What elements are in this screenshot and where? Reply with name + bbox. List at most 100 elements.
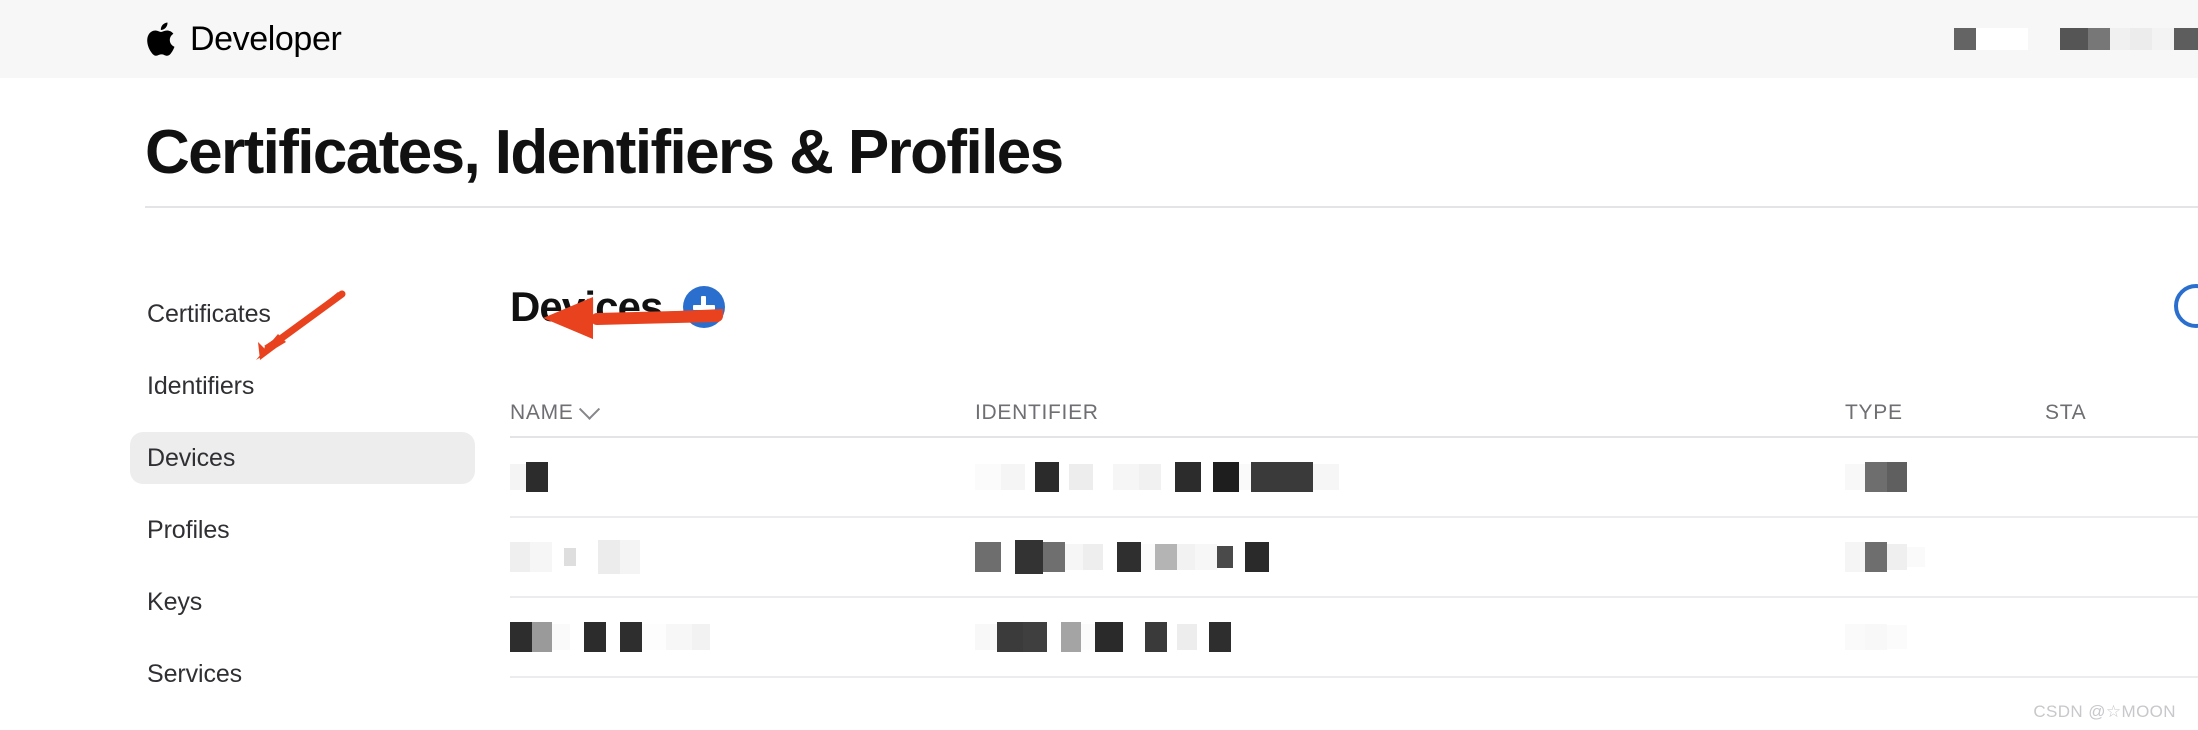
sidebar-item-devices[interactable]: Devices <box>130 432 475 484</box>
global-nav-brand[interactable]: Developer <box>146 0 342 78</box>
redaction-block <box>666 624 692 650</box>
redaction-block <box>1954 28 1976 50</box>
redaction-block <box>2152 28 2174 50</box>
redaction-block <box>1175 462 1201 492</box>
redaction-block <box>1865 542 1887 572</box>
devices-table: NAME IDENTIFIER TYPE STA <box>510 390 2198 678</box>
redaction-block <box>584 622 606 652</box>
redaction-block <box>1197 624 1209 650</box>
cell-type <box>1845 462 2045 492</box>
title-divider <box>145 206 2198 208</box>
global-nav-bar: Developer <box>0 0 2198 78</box>
column-header-status-label: STA <box>2045 401 2087 424</box>
redaction-block <box>642 624 666 650</box>
redaction-block <box>576 544 598 570</box>
redaction-block <box>1887 462 1907 492</box>
redaction-block <box>1103 544 1117 570</box>
devices-table-body <box>510 438 2198 678</box>
redaction-block <box>692 624 710 650</box>
redaction-block <box>1313 464 1339 490</box>
redaction-block <box>1069 464 1093 490</box>
circle-action-icon[interactable] <box>2174 284 2198 328</box>
column-header-name-label: NAME <box>510 401 574 424</box>
sidebar-item-profiles[interactable]: Profiles <box>130 504 475 556</box>
redaction-block <box>1976 28 2028 50</box>
sidebar-nav: Certificates Identifiers Devices Profiles Ke… <box>130 288 475 720</box>
sidebar-item-label: Keys <box>147 587 203 616</box>
redaction-block <box>2174 28 2198 50</box>
redaction-block <box>510 464 526 490</box>
devices-table-header-row: NAME IDENTIFIER TYPE STA <box>510 390 2198 438</box>
redaction-block <box>1139 464 1161 490</box>
redaction-block <box>606 624 620 650</box>
redaction-block <box>1239 464 1251 490</box>
global-nav-brand-label: Developer <box>190 20 342 58</box>
devices-panel-header: Devices <box>510 270 2198 344</box>
redaction-block <box>1001 464 1025 490</box>
redaction-block <box>1167 624 1177 650</box>
redaction-block <box>1887 625 1907 649</box>
column-header-status[interactable]: STA <box>2045 401 2198 425</box>
redaction-block <box>1065 544 1083 570</box>
redaction-block <box>1059 464 1069 490</box>
sidebar-item-label: Certificates <box>147 299 271 328</box>
redaction-block <box>1845 464 1865 490</box>
global-nav-right-group[interactable] <box>1954 0 2198 78</box>
redaction-block <box>1213 462 1239 492</box>
redaction-block <box>1113 464 1139 490</box>
redaction-block <box>1233 546 1245 568</box>
apple-logo-icon <box>147 22 175 56</box>
sidebar-item-identifiers[interactable]: Identifiers <box>130 360 475 412</box>
column-header-name[interactable]: NAME <box>510 398 975 425</box>
redaction-block <box>1047 624 1061 650</box>
table-row[interactable] <box>510 598 2198 678</box>
table-row[interactable] <box>510 518 2198 598</box>
account-redaction[interactable] <box>1954 28 2028 50</box>
column-header-type[interactable]: TYPE <box>1845 401 2045 425</box>
column-header-identifier[interactable]: IDENTIFIER <box>975 401 1845 425</box>
redaction-block <box>1845 542 1865 572</box>
add-device-button[interactable] <box>682 286 725 328</box>
column-header-type-label: TYPE <box>1845 401 1903 424</box>
redaction-block <box>1001 544 1015 570</box>
redaction-block <box>1845 624 1865 650</box>
redaction-block <box>1195 544 1217 570</box>
sidebar-item-services[interactable]: Services <box>130 648 475 700</box>
redaction-block <box>1201 464 1213 490</box>
chevron-down-icon[interactable] <box>579 398 601 420</box>
redaction-block <box>510 542 530 572</box>
redaction-block <box>552 624 570 650</box>
redaction-block <box>552 544 564 570</box>
cell-name <box>510 622 975 652</box>
redaction-block <box>1865 462 1887 492</box>
redaction-block <box>598 540 620 574</box>
redaction-block <box>1095 622 1123 652</box>
menu-redaction[interactable] <box>2060 28 2198 50</box>
redaction-block <box>2110 28 2130 50</box>
redaction-block <box>530 542 552 572</box>
redaction-block <box>1123 624 1145 650</box>
redaction-block <box>1023 622 1047 652</box>
redaction-block <box>1061 622 1081 652</box>
page-title: Certificates, Identifiers & Profiles <box>145 118 1064 187</box>
redaction-block <box>1887 544 1907 570</box>
redaction-block <box>1907 547 1925 567</box>
redaction-block <box>532 622 552 652</box>
sidebar-item-keys[interactable]: Keys <box>130 576 475 628</box>
cell-name <box>510 462 975 492</box>
sidebar-item-certificates[interactable]: Certificates <box>130 288 475 340</box>
redaction-block <box>1217 546 1233 568</box>
redaction-block <box>1209 622 1231 652</box>
redaction-block <box>1093 464 1113 490</box>
cell-identifier <box>975 540 1845 574</box>
sidebar-item-label: Devices <box>147 443 236 472</box>
redaction-block <box>1043 542 1065 572</box>
watermark: CSDN @☆MOON <box>2033 702 2176 721</box>
table-row[interactable] <box>510 438 2198 518</box>
redaction-block <box>1145 622 1167 652</box>
redaction-block <box>975 542 1001 572</box>
redaction-block <box>1865 624 1887 650</box>
sidebar-item-label: Services <box>147 659 243 688</box>
redaction-block <box>620 622 642 652</box>
sidebar-item-label: Identifiers <box>147 371 255 400</box>
